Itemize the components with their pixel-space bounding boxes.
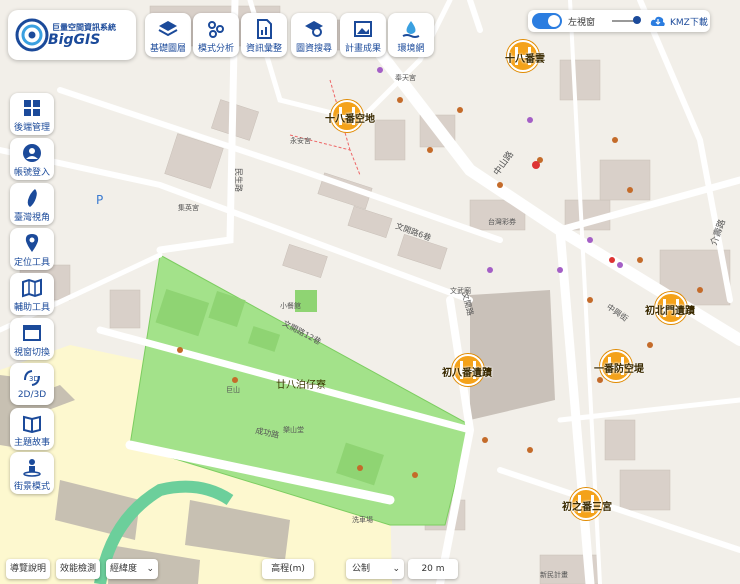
- sidebar-item-label: 輔助工具: [13, 303, 50, 313]
- map-label-yongan: 永安宮: [290, 136, 311, 145]
- book-icon: [23, 415, 41, 433]
- network-icon: [208, 21, 224, 38]
- location-pin-icon: [25, 234, 39, 252]
- toolbar-label: 環境網: [397, 44, 425, 54]
- sidebar-item-locate[interactable]: 定位工具: [10, 228, 54, 270]
- map-canvas[interactable]: P 中山路 文開路6巷 文開路 民生路 文開路12巷 成功路 介壽路 中興街 永…: [0, 0, 740, 584]
- map-label-xinmin: 新民計畫: [540, 570, 568, 579]
- logo-icon: [15, 18, 49, 52]
- window-icon: [23, 325, 41, 341]
- unit-select-value: 公制: [352, 564, 371, 574]
- sidebar-item-story[interactable]: 主題故事: [10, 408, 54, 450]
- marker-label: 一番防空堤: [594, 364, 644, 375]
- toolbar-results-button[interactable]: 計畫成果: [340, 13, 386, 57]
- coordinate-select-value: 經緯度: [110, 564, 138, 574]
- water-icon: [402, 21, 420, 38]
- toolbar-label: 模式分析: [197, 44, 234, 54]
- toolbar-analysis-button[interactable]: 模式分析: [193, 13, 239, 57]
- guide-button[interactable]: 導覽說明: [6, 559, 50, 579]
- coordinate-select[interactable]: 經緯度 ⌄: [106, 559, 158, 579]
- streetview-icon: [23, 459, 41, 477]
- sidebar-item-label: 帳號登入: [13, 168, 50, 178]
- scale-bar-label: 20 m: [421, 564, 445, 574]
- marker-label: 初北門遺蹟: [645, 306, 695, 317]
- toolbar-label: 基礎圖層: [149, 44, 186, 54]
- map-label-minsheng: 民生路: [234, 168, 244, 192]
- map-label-jushan: 巨山: [226, 385, 240, 394]
- map-label-leshan: 樂山堂: [283, 425, 304, 434]
- sidebar-item-label: 定位工具: [13, 258, 50, 268]
- toolbar-layers-button[interactable]: 基礎圖層: [145, 13, 191, 57]
- map-label-wenwu: 文武廟: [450, 286, 471, 295]
- toolbar-label: 資訊彙整: [245, 44, 282, 54]
- sidebar-item-taiwan-view[interactable]: 臺灣視角: [10, 183, 54, 225]
- park-label: 廿八泊仔寮: [276, 378, 326, 391]
- sidebar-item-login[interactable]: 帳號登入: [10, 138, 54, 180]
- map-label-tainan: 台灣彩券: [488, 217, 516, 226]
- sidebar-item-label: 街景模式: [13, 482, 50, 492]
- left-window-label: 左視窗: [568, 18, 596, 28]
- left-window-toggle[interactable]: [532, 13, 562, 29]
- toggle-knob: [548, 15, 560, 27]
- layers-icon: [158, 21, 178, 37]
- svg-text:3D: 3D: [29, 375, 39, 383]
- user-icon: [23, 144, 41, 162]
- map-label-fengtian: 奉天宮: [395, 73, 416, 82]
- sidebar-item-label: 主題故事: [13, 438, 50, 448]
- sidebar-item-window-switch[interactable]: 視窗切換: [10, 318, 54, 360]
- sidebar-item-label: 後端管理: [13, 123, 50, 133]
- elevation-label: 高程(m): [262, 559, 314, 579]
- sidebar-item-tools[interactable]: 輔助工具: [10, 273, 54, 315]
- toolbar-environment-button[interactable]: 環境網: [388, 13, 434, 57]
- sidebar-item-label: 視窗切換: [13, 348, 50, 358]
- app-brand: BigGIS: [48, 32, 101, 48]
- scale-bar: 20 m: [408, 559, 458, 579]
- 3d-icon: 3D: [24, 370, 40, 386]
- chevron-down-icon: ⌄: [146, 564, 154, 574]
- unit-select[interactable]: 公制 ⌄: [346, 559, 404, 579]
- sidebar-item-label: 臺灣視角: [13, 213, 50, 223]
- toolbar-label: 計畫成果: [344, 44, 381, 54]
- toolbar-label: 圖資搜尋: [295, 44, 332, 54]
- taiwan-icon: [27, 189, 37, 207]
- performance-button[interactable]: 效能檢測: [56, 559, 100, 579]
- sidebar-item-admin[interactable]: 後端管理: [10, 93, 54, 135]
- kmz-download-label[interactable]: KMZ下載: [670, 15, 708, 28]
- app-logo[interactable]: 巨量空間資訊系統 BigGIS: [8, 10, 136, 60]
- svg-text:P: P: [96, 193, 103, 207]
- marker-label: 十八番空地: [325, 114, 375, 125]
- marker-label: 初八番遺蹟: [442, 368, 492, 379]
- map-label-jiying: 集英宮: [178, 203, 199, 212]
- sidebar-item-streetview[interactable]: 街景模式: [10, 452, 54, 494]
- toolbar-search-button[interactable]: 圖資搜尋: [291, 13, 337, 57]
- sidebar-item-label: 2D/3D: [17, 390, 47, 400]
- map-label-xiaocan: 小餐館: [280, 301, 301, 310]
- document-chart-icon: [257, 19, 272, 39]
- top-right-controls: 左視窗 KMZ下載: [528, 10, 710, 32]
- sidebar-item-2d3d[interactable]: 3D 2D/3D: [10, 363, 54, 405]
- map-tools-icon: [22, 278, 42, 298]
- cloud-download-icon[interactable]: [650, 15, 666, 27]
- map-label-xichang: 洗車場: [352, 515, 373, 524]
- dashboard-icon: [24, 100, 40, 116]
- slider-handle[interactable]: [633, 16, 641, 24]
- marker-label: 十八番雲: [505, 54, 545, 65]
- chevron-down-icon: ⌄: [392, 564, 400, 574]
- toolbar-summary-button[interactable]: 資訊彙整: [241, 13, 287, 57]
- search-layer-icon: [305, 21, 323, 37]
- marker-label: 初之番三宮: [562, 502, 612, 513]
- image-icon: [354, 21, 372, 37]
